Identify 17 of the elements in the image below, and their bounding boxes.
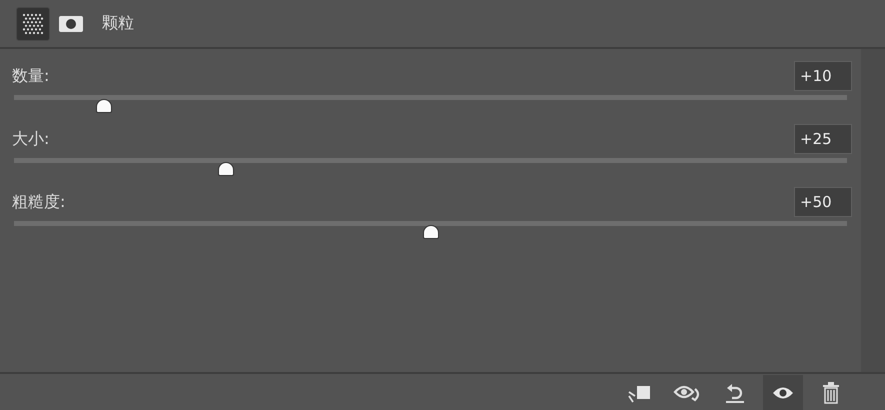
slider-label: 粗糙度: [12, 192, 66, 212]
value-field[interactable]: +25 [794, 124, 852, 154]
eye-icon [772, 384, 794, 400]
trash-icon [822, 382, 840, 404]
slider-thumb[interactable] [422, 225, 438, 239]
visibility-button[interactable] [763, 374, 803, 410]
value-field[interactable]: +50 [794, 187, 852, 217]
slider-label: 数量: [12, 66, 50, 86]
undo-icon [724, 382, 746, 404]
slider-label: 大小: [12, 128, 50, 150]
grain-tab[interactable] [16, 6, 50, 40]
slider-thumb[interactable] [218, 162, 234, 176]
panel-title: 颗粒 [102, 13, 134, 34]
value-field[interactable]: +10 [794, 61, 852, 91]
mask-icon [58, 14, 84, 34]
slider-thumb[interactable] [96, 99, 112, 113]
grain-icon [21, 12, 45, 36]
